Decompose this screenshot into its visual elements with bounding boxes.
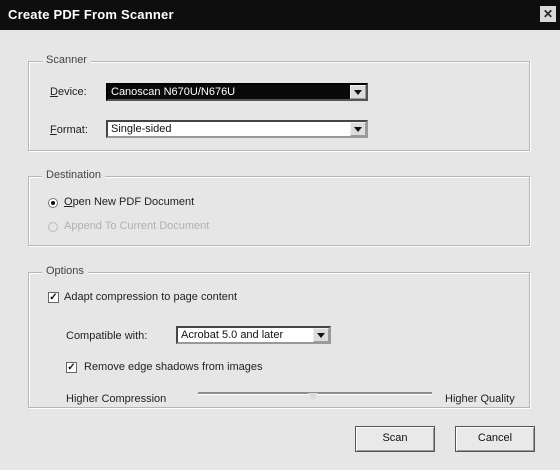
append-label: Append To Current Document: [64, 220, 210, 232]
remove-shadows-label[interactable]: Remove edge shadows from images: [84, 361, 263, 373]
cancel-button[interactable]: Cancel: [455, 426, 535, 452]
adapt-checkbox[interactable]: ✓: [48, 292, 59, 303]
open-new-radio[interactable]: [48, 198, 58, 208]
open-new-label[interactable]: Open New PDF Document: [64, 196, 194, 208]
format-value: Single-sided: [111, 123, 172, 135]
destination-legend: Destination: [42, 169, 106, 181]
format-select[interactable]: Single-sided: [106, 120, 368, 138]
scanner-legend: Scanner: [42, 54, 91, 66]
compat-select[interactable]: Acrobat 5.0 and later: [176, 326, 331, 344]
chevron-down-icon[interactable]: [350, 85, 366, 99]
quality-slider-thumb[interactable]: [308, 393, 318, 403]
device-value: Canoscan N670U/N676U: [111, 86, 236, 98]
device-label: Device:: [50, 86, 87, 98]
slider-right-label: Higher Quality: [445, 393, 515, 405]
close-icon[interactable]: ✕: [540, 6, 556, 22]
title-bar: Create PDF From Scanner ✕: [0, 0, 560, 30]
window-title: Create PDF From Scanner: [8, 7, 174, 22]
remove-shadows-checkbox[interactable]: ✓: [66, 362, 77, 373]
chevron-down-icon[interactable]: [350, 122, 366, 136]
compat-value: Acrobat 5.0 and later: [181, 329, 284, 341]
device-select[interactable]: Canoscan N670U/N676U: [106, 83, 368, 101]
scan-button[interactable]: Scan: [355, 426, 435, 452]
chevron-down-icon[interactable]: [313, 328, 329, 342]
append-radio[interactable]: [48, 222, 58, 232]
compat-label: Compatible with:: [66, 330, 148, 342]
destination-group: [28, 176, 530, 246]
slider-left-label: Higher Compression: [66, 393, 167, 405]
adapt-label[interactable]: Adapt compression to page content: [64, 291, 237, 303]
format-label: Format:: [50, 124, 88, 136]
options-legend: Options: [42, 265, 88, 277]
